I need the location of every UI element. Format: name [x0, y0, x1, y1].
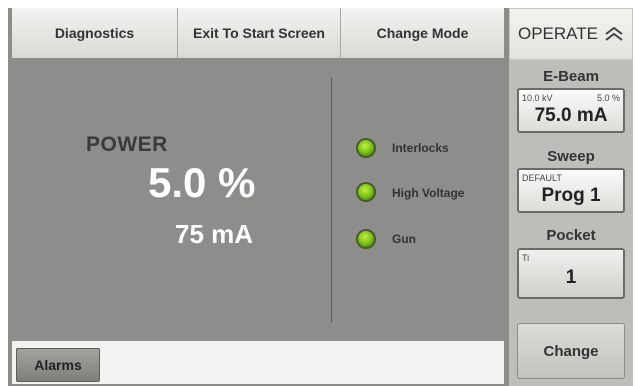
- main-display-panel: POWER 5.0 % 75 mA Interlocks High Voltag…: [12, 59, 504, 341]
- alarms-bar: Alarms: [12, 341, 504, 384]
- high-voltage-label: High Voltage: [392, 186, 465, 200]
- change-button[interactable]: Change: [517, 323, 625, 379]
- alarms-button[interactable]: Alarms: [16, 348, 100, 382]
- gun-status-led-icon: [356, 229, 376, 249]
- top-toolbar: Diagnostics Exit To Start Screen Change …: [12, 8, 504, 59]
- power-percent-value: 5.0 %: [148, 159, 256, 206]
- sweep-preset: DEFAULT: [522, 173, 562, 183]
- pocket-number: 1: [565, 267, 577, 288]
- ebeam-title: E-Beam: [543, 68, 599, 85]
- power-label: POWER: [86, 133, 168, 156]
- exit-to-start-screen-button[interactable]: Exit To Start Screen: [178, 8, 341, 58]
- right-control-panel: OPERATE E-Beam 10.0 kV 5.0 % 75.0 mA Swe…: [509, 8, 633, 386]
- gun-label: Gun: [392, 232, 416, 246]
- ebeam-current: 75.0 mA: [534, 105, 608, 126]
- operate-label: OPERATE: [518, 24, 598, 43]
- double-chevron-up-icon: [605, 27, 623, 41]
- interlocks-status-led-icon: [356, 138, 376, 158]
- diagnostics-button[interactable]: Diagnostics: [12, 8, 178, 58]
- pocket-title: Pocket: [546, 227, 596, 244]
- operate-mode-button[interactable]: OPERATE: [509, 8, 633, 60]
- ebeam-percent: 5.0 %: [596, 93, 620, 103]
- ebeam-setpoint-button[interactable]: 10.0 kV 5.0 % 75.0 mA: [517, 88, 625, 133]
- sweep-program-button[interactable]: DEFAULT Prog 1: [517, 168, 625, 213]
- interlocks-label: Interlocks: [392, 141, 449, 155]
- ebeam-voltage: 10.0 kV: [522, 93, 553, 103]
- pocket-select-button[interactable]: Ti 1: [517, 248, 625, 299]
- sweep-title: Sweep: [547, 148, 595, 165]
- sweep-program: Prog 1: [541, 185, 601, 206]
- pocket-material: Ti: [522, 253, 530, 263]
- panel-divider: [331, 77, 332, 323]
- change-mode-button[interactable]: Change Mode: [341, 8, 504, 58]
- high-voltage-status-led-icon: [356, 182, 376, 202]
- power-current-value: 75 mA: [175, 219, 254, 249]
